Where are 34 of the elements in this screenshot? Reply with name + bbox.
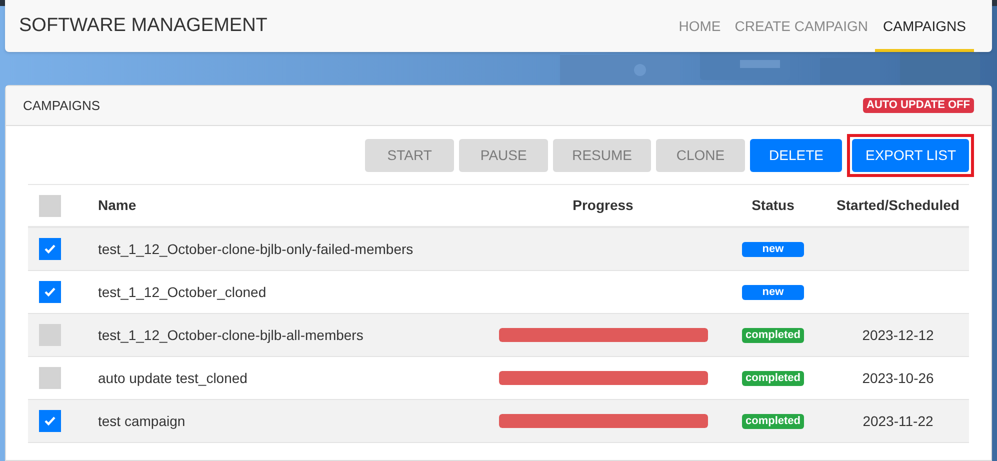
campaign-name: test_1_12_October_cloned — [98, 282, 268, 302]
app-title: SOFTWARE MANAGEMENT — [19, 14, 268, 38]
campaign-name: test_1_12_October-clone-bjlb-only-failed-members — [98, 240, 414, 259]
status-badge: new — [742, 284, 804, 300]
checkbox[interactable] — [39, 410, 61, 432]
checkbox[interactable] — [39, 194, 61, 216]
campaign-name: auto update test_cloned — [98, 368, 248, 388]
checkbox[interactable] — [39, 281, 61, 303]
column-header: Status — [752, 196, 794, 215]
status-badge: completed — [742, 328, 804, 342]
nav-link[interactable]: CAMPAIGNS — [875, 0, 974, 52]
start-date: 2023-12-12 — [862, 326, 934, 344]
action-button[interactable]: DELETE — [750, 138, 842, 172]
panel-title: CAMPAIGNS — [23, 96, 100, 115]
status-badge: completed — [742, 414, 804, 428]
auto-update-badge: AUTO UPDATE OFF — [862, 98, 974, 113]
nav-link[interactable]: CREATE CAMPAIGN — [728, 0, 876, 52]
check-icon — [44, 416, 56, 426]
start-date: 2023-10-26 — [862, 368, 934, 388]
check-icon — [44, 287, 56, 297]
column-header: Progress — [572, 196, 634, 215]
column-header: Name — [98, 196, 136, 215]
status-badge: completed — [742, 370, 804, 386]
checkbox[interactable] — [39, 367, 61, 389]
status-badge: new — [742, 242, 804, 256]
column-header: Started/Scheduled — [836, 196, 960, 215]
nav-link[interactable]: HOME — [672, 0, 728, 52]
check-icon — [44, 244, 56, 254]
campaign-name: test_1_12_October-clone-bjlb-all-members — [98, 326, 364, 345]
campaign-name: test campaign — [98, 412, 186, 431]
start-date: 2023-11-22 — [862, 412, 934, 430]
action-button[interactable]: EXPORT LIST — [852, 138, 969, 172]
checkbox[interactable] — [39, 324, 61, 346]
checkbox[interactable] — [39, 238, 61, 260]
